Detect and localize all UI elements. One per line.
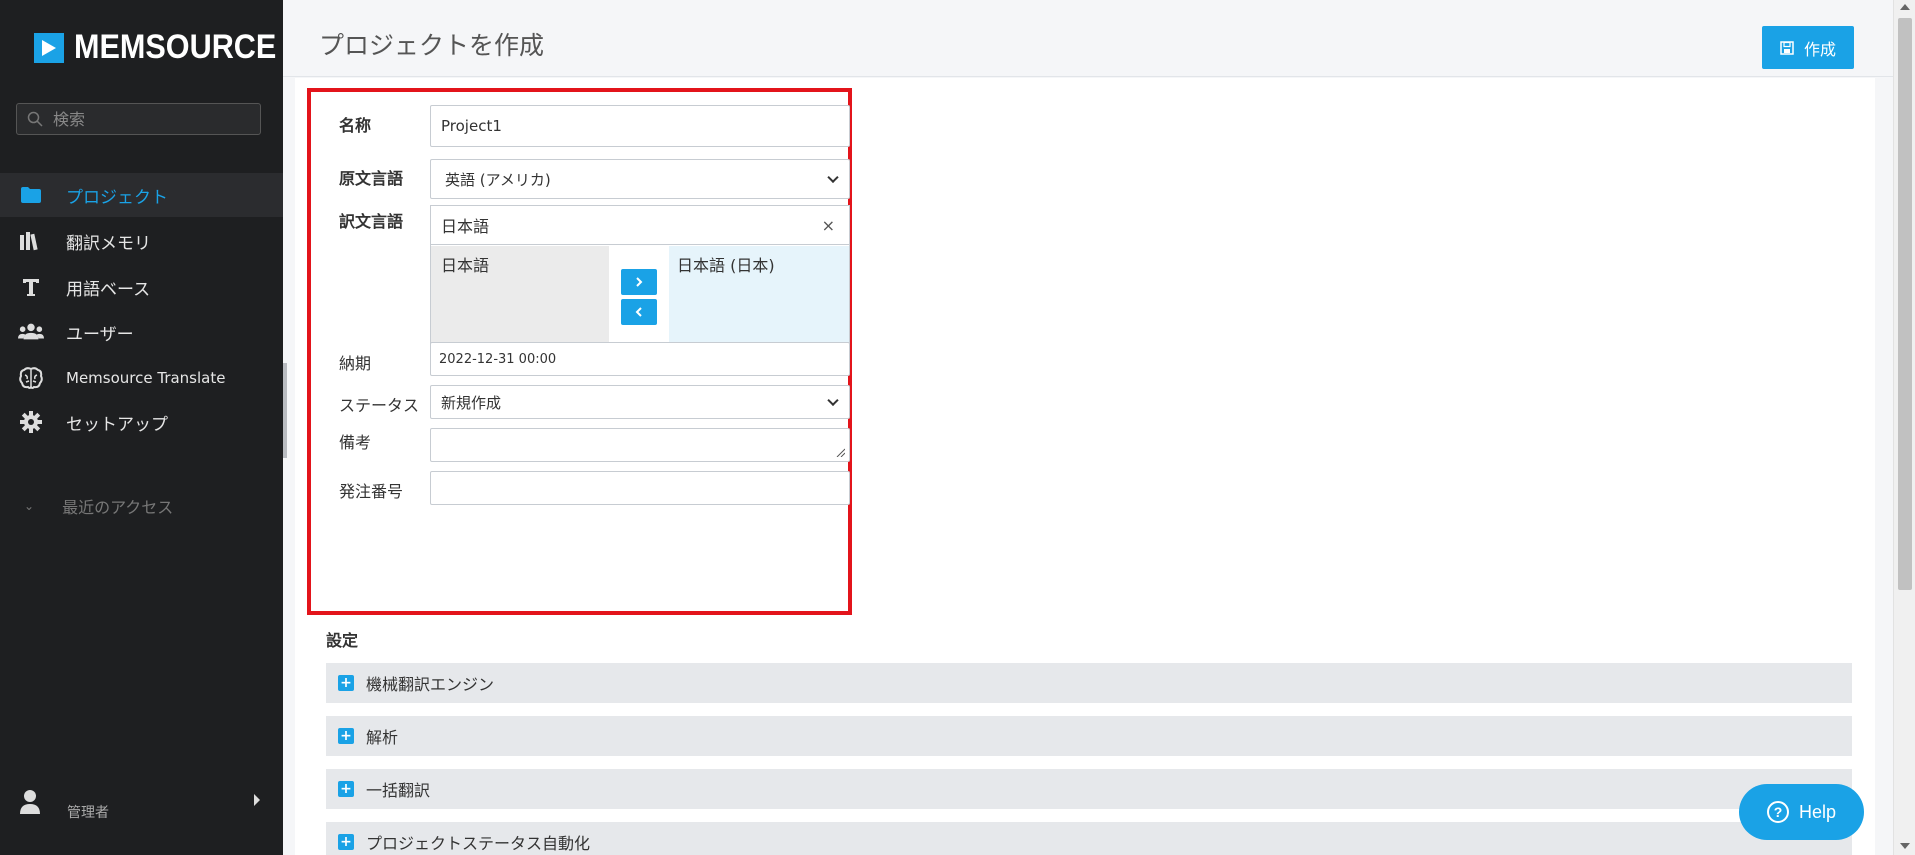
scroll-thumb[interactable] [1898,18,1912,590]
note-label: 備考 [339,433,372,452]
create-button[interactable]: 作成 [1762,26,1854,69]
chevron-left-icon [635,307,642,317]
project-form-highlight: 名称 原文言語 英語 (アメリカ) 訳文言語 日本語 × 日本語 [307,88,852,615]
user-role: 管理者 [67,805,109,821]
brand-name: MEMSOURCE [74,28,277,66]
user-menu[interactable]: 管理者 [18,780,268,824]
chevron-down-icon: ⌄ [24,499,35,513]
due-date-input[interactable] [439,343,849,375]
settings-section-pre-translate[interactable]: + 一括翻訳 [326,769,1852,809]
scroll-down-icon[interactable] [1900,843,1910,849]
recent-access-toggle[interactable]: ⌄ 最近のアクセス [24,494,173,518]
sidebar-item-label: 用語ベース [66,279,151,300]
scroll-up-icon[interactable] [1900,4,1910,10]
sidebar-item-label: プロジェクト [66,187,168,208]
settings-title: 設定 [326,631,359,650]
help-button-label: Help [1798,801,1837,822]
note-textarea[interactable] [441,430,849,460]
users-icon [18,319,44,345]
sidebar-item-label: Memsource Translate [66,369,226,387]
source-language-select[interactable]: 英語 (アメリカ) [430,159,850,199]
user-icon [20,790,40,814]
chevron-right-icon [636,277,643,287]
memsource-logo-icon [34,32,64,63]
search-input[interactable] [53,109,253,129]
sidebar-item-label: 翻訳メモリ [66,233,151,254]
name-input[interactable] [441,106,849,146]
settings-section-mt-engine[interactable]: + 機械翻訳エンジン [326,663,1852,703]
save-icon [1780,40,1794,55]
sidebar-item-label: セットアップ [66,414,168,435]
sidebar-item-translation-memory[interactable]: 翻訳メモリ [0,219,283,263]
po-number-label: 発注番号 [339,482,404,501]
sidebar-item-setup[interactable]: セットアップ [0,400,283,444]
books-icon [18,228,44,254]
target-language-selected[interactable]: 日本語 × [431,206,849,245]
sidebar: MEMSOURCE プロジェクト 翻訳メモリ 用語ベース ユーザー Memsou… [0,0,283,855]
po-number-input[interactable] [441,472,849,504]
folder-icon [18,182,44,208]
expand-plus-icon: + [338,781,354,797]
add-language-button[interactable] [621,269,657,295]
main-content: 名称 原文言語 英語 (アメリカ) 訳文言語 日本語 × 日本語 [295,78,1875,855]
settings-section-label: 一括翻訳 [366,781,431,800]
name-label: 名称 [339,116,372,135]
settings-section-analysis[interactable]: + 解析 [326,716,1852,756]
resize-grip-icon[interactable] [835,447,845,457]
settings-section-label: プロジェクトステータス自動化 [366,834,591,853]
due-date-label: 納期 [339,354,372,373]
brain-icon [18,365,44,391]
list-item[interactable]: 日本語 [441,252,599,276]
question-icon: ? [1766,801,1789,823]
page-scrollbar[interactable] [1893,0,1915,855]
settings-section-status-automation[interactable]: + プロジェクトステータス自動化 [326,822,1852,855]
status-label: ステータス [339,396,420,415]
recent-access-label: 最近のアクセス [62,498,174,517]
settings-section-label: 解析 [366,728,399,747]
expand-plus-icon: + [338,675,354,691]
sidebar-resize-handle[interactable] [283,363,287,458]
sidebar-item-users[interactable]: ユーザー [0,310,283,354]
sidebar-item-projects[interactable]: プロジェクト [0,173,283,217]
status-value: 新規作成 [441,393,502,412]
sidebar-item-termbase[interactable]: 用語ベース [0,265,283,309]
page-header: プロジェクトを作成 作成 [283,0,1893,77]
search-icon [27,111,43,127]
note-field[interactable] [430,428,850,462]
source-language-value: 英語 (アメリカ) [445,170,551,189]
source-language-label: 原文言語 [339,169,404,188]
target-language-selected-value: 日本語 [441,217,490,236]
page-title: プロジェクトを作成 [319,31,545,60]
chevron-down-icon [827,171,839,184]
target-language-label: 訳文言語 [339,212,404,231]
help-button[interactable]: ? Help [1739,784,1864,840]
create-button-label: 作成 [1803,39,1836,59]
expand-plus-icon: + [338,728,354,744]
due-date-field[interactable] [430,342,850,376]
chevron-down-icon [827,394,839,407]
sidebar-item-memsource-translate[interactable]: Memsource Translate [0,356,283,400]
brand-logo[interactable]: MEMSOURCE [34,28,299,67]
sidebar-search [16,103,261,135]
expand-plus-icon: + [338,834,354,850]
remove-language-button[interactable] [621,299,657,325]
sidebar-item-label: ユーザー [66,324,134,345]
po-number-field[interactable] [430,471,850,505]
clear-icon[interactable]: × [822,216,835,235]
text-t-icon [18,274,44,300]
status-select[interactable]: 新規作成 [430,385,850,419]
name-field[interactable] [430,105,850,147]
settings-section-label: 機械翻訳エンジン [366,675,495,694]
list-item[interactable]: 日本語 (日本) [677,252,841,276]
gear-icon [18,409,44,435]
caret-right-icon[interactable] [254,794,260,806]
